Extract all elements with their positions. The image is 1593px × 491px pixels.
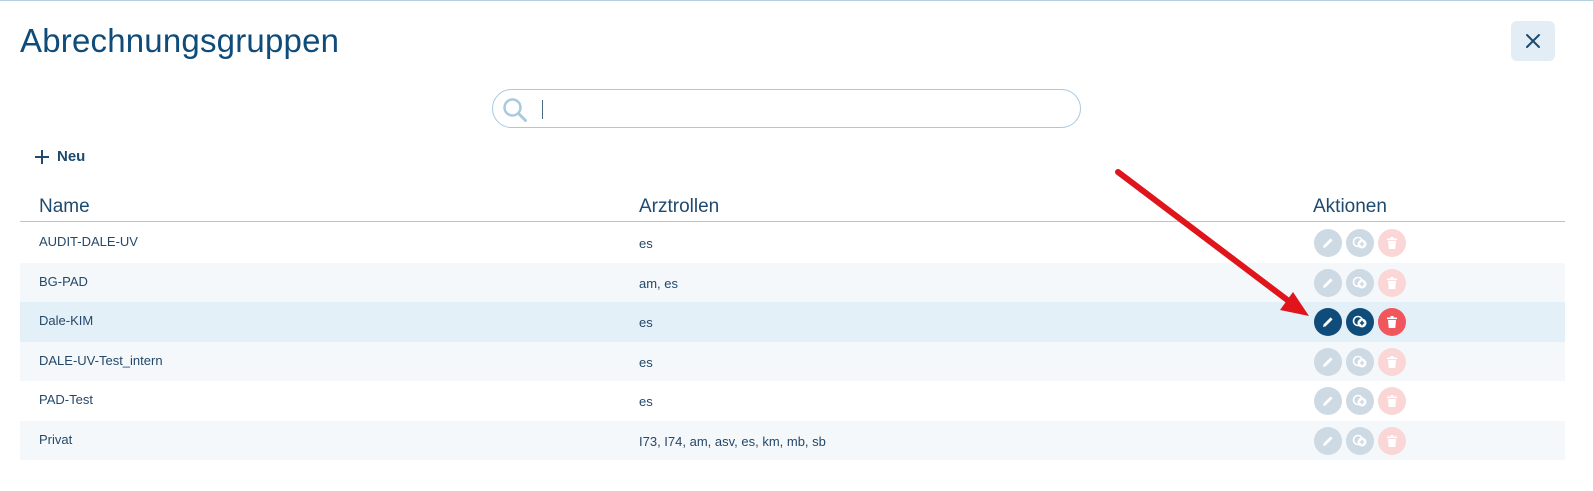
row-roles: es [639,394,653,409]
row-actions [1314,347,1406,376]
row-name: DALE-UV-Test_intern [39,352,163,368]
edit-button[interactable] [1314,229,1342,257]
table-row[interactable]: BG-PAD am, es [20,262,1565,302]
copy-plus-icon [1352,434,1367,446]
edit-button[interactable] [1314,426,1342,455]
trash-icon [1387,276,1397,289]
copy-button[interactable] [1346,308,1374,336]
trash-icon [1387,355,1397,368]
search-input[interactable] [539,96,1063,124]
table-row[interactable]: DALE-UV-Test_intern es [20,341,1565,381]
edit-button[interactable] [1314,268,1342,297]
trash-icon [1387,237,1397,249]
new-button-label: Neu [57,148,86,165]
row-roles: I73, I74, am, asv, es, km, mb, sb [639,433,826,449]
delete-button[interactable] [1378,308,1406,336]
row-roles: es [639,354,653,370]
pencil-icon [1323,356,1333,367]
trash-icon [1387,434,1397,447]
copy-plus-icon [1352,394,1367,407]
copy-plus-icon [1352,355,1367,367]
delete-button[interactable] [1378,426,1406,455]
plus-icon [35,149,49,164]
delete-button[interactable] [1378,229,1406,257]
row-name: Dale-KIM [39,313,94,328]
row-name: AUDIT-DALE-UV [39,234,138,249]
pencil-icon [1323,277,1333,288]
copy-button[interactable] [1346,426,1374,455]
trash-icon [1387,316,1397,328]
delete-button[interactable] [1378,268,1406,297]
table-row[interactable]: Privat I73, I74, am, asv, es, km, mb, sb [20,420,1565,460]
copy-button[interactable] [1346,229,1374,257]
pencil-icon [1323,435,1333,446]
table-row[interactable]: AUDIT-DALE-UV es [20,223,1565,263]
top-border [0,0,1593,1]
row-actions [1314,426,1406,455]
trash-icon [1387,395,1397,407]
row-actions [1314,387,1406,415]
edit-button[interactable] [1314,308,1342,336]
table-row[interactable]: PAD-Test es [20,381,1565,421]
row-name: BG-PAD [39,273,88,289]
row-roles: es [639,315,653,330]
row-name: PAD-Test [39,392,93,407]
row-name: Privat [39,431,73,447]
row-roles: am, es [639,275,679,291]
copy-plus-icon [1352,236,1367,249]
copy-plus-icon [1352,276,1367,288]
copy-button[interactable] [1346,347,1374,376]
text-caret [542,100,543,119]
page-title: Abrechnungsgruppen [20,22,340,59]
copy-button[interactable] [1346,387,1374,415]
column-header-actions: Aktionen [1313,196,1387,217]
new-button[interactable]: Neu [34,148,85,165]
row-actions [1314,268,1406,297]
row-actions [1314,229,1406,257]
row-actions [1314,308,1406,336]
edit-button[interactable] [1314,387,1342,415]
copy-plus-icon [1352,315,1367,328]
table-header: Name Arztrollen Aktionen [20,190,1565,222]
close-icon [1526,34,1540,48]
search-field[interactable] [492,89,1081,128]
pencil-icon [1323,396,1333,406]
delete-button[interactable] [1378,387,1406,415]
delete-button[interactable] [1378,347,1406,376]
copy-button[interactable] [1346,268,1374,297]
pencil-icon [1323,317,1333,327]
edit-button[interactable] [1314,347,1342,376]
close-button[interactable] [1511,21,1555,61]
table-row-selected[interactable]: Dale-KIM es [20,302,1565,342]
pencil-icon [1323,238,1333,248]
groups-table: AUDIT-DALE-UV es BG-PAD am, es Dale-KIM … [20,223,1565,460]
search-icon [503,98,527,122]
column-header-name[interactable]: Name [39,196,90,218]
column-header-roles[interactable]: Arztrollen [639,196,719,218]
row-roles: es [639,236,653,251]
